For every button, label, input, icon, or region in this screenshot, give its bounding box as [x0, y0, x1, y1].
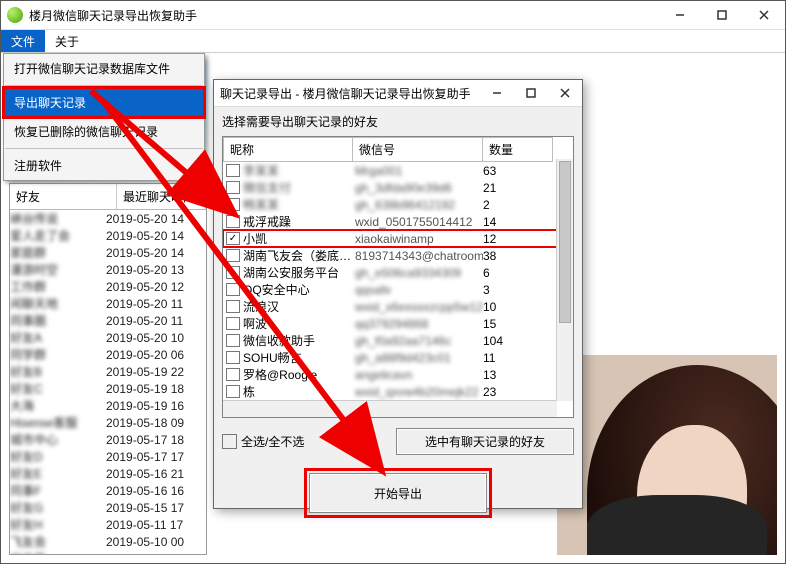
- list-item[interactable]: 漫游时空2019-05-20 13: [10, 261, 206, 278]
- table-row[interactable]: 李某某Mrga00163: [223, 162, 573, 179]
- table-row[interactable]: 流浪汉wxid_x6exsxxzcpp5w1210: [223, 298, 573, 315]
- list-item[interactable]: 工作群2019-05-20 12: [10, 278, 206, 295]
- list-item[interactable]: 同事F2019-05-16 16: [10, 482, 206, 499]
- table-row[interactable]: ✓小凯xiaokaiwinamp12: [223, 230, 573, 247]
- list-item[interactable]: 大海2019-05-19 16: [10, 397, 206, 414]
- list-item[interactable]: 关注号2019-05-09 11: [10, 550, 206, 555]
- menu-separator: [5, 85, 203, 86]
- dialog-minimize-button[interactable]: [480, 80, 514, 106]
- col-wxid[interactable]: 微信号: [353, 137, 483, 162]
- menu-separator: [5, 148, 203, 149]
- dialog-title: 聊天记录导出 - 楼月微信聊天记录导出恢复助手: [214, 85, 471, 102]
- table-row[interactable]: 戒浮戒躁wxid_050175501441214: [223, 213, 573, 230]
- main-titlebar: 楼月微信聊天记录导出恢复助手: [1, 1, 785, 30]
- list-item[interactable]: 同事圈2019-05-20 11: [10, 312, 206, 329]
- table-row[interactable]: 罗格@Roogleangelicavn13: [223, 366, 573, 383]
- row-checkbox[interactable]: [226, 215, 240, 228]
- list-item[interactable]: 峡谷传说2019-05-20 14: [10, 210, 206, 227]
- row-checkbox[interactable]: [226, 368, 240, 381]
- dialog-maximize-button[interactable]: [514, 80, 548, 106]
- row-checkbox[interactable]: [226, 266, 240, 279]
- menu-register[interactable]: 注册软件: [4, 151, 204, 180]
- row-checkbox[interactable]: [226, 198, 240, 211]
- friend-list-panel: 好友 最近聊天时间 峡谷传说2019-05-20 14爱人走了会2019-05-…: [9, 183, 207, 555]
- table-row[interactable]: 湖南飞友会（娄底…8193714343@chatroom38: [223, 247, 573, 264]
- row-checkbox[interactable]: [226, 385, 240, 398]
- select-friends-with-chat-button[interactable]: 选中有聊天记录的好友: [396, 428, 574, 455]
- row-checkbox[interactable]: [226, 334, 240, 347]
- dialog-close-button[interactable]: [548, 80, 582, 106]
- col-nickname[interactable]: 昵称: [223, 137, 353, 162]
- select-all-label: 全选/全不选: [241, 433, 304, 450]
- list-item[interactable]: 好友C2019-05-19 18: [10, 380, 206, 397]
- app-window: 楼月微信聊天记录导出恢复助手 文件 关于 打开微信聊天记录数据库文件 导出聊天记…: [0, 0, 786, 564]
- menu-export-chat[interactable]: 导出聊天记录: [4, 88, 204, 117]
- table-row[interactable]: 微信收款助手gh_f0a92aa7146c104: [223, 332, 573, 349]
- select-all-checkbox[interactable]: 全选/全不选: [222, 433, 304, 450]
- table-row[interactable]: 啊波qq37929486815: [223, 315, 573, 332]
- button-label: 选中有聊天记录的好友: [425, 433, 545, 450]
- menu-file[interactable]: 文件: [1, 30, 45, 52]
- menubar: 文件 关于: [1, 30, 785, 53]
- table-row[interactable]: 微信支付gh_3dfda90e39d621: [223, 179, 573, 196]
- start-export-button[interactable]: 开始导出: [309, 473, 487, 513]
- row-checkbox[interactable]: [226, 300, 240, 313]
- checkbox-icon: [222, 434, 237, 449]
- contact-photo: [557, 355, 777, 555]
- table-row[interactable]: 栋wxid_qxvw4b20mejk2223: [223, 383, 573, 400]
- list-item[interactable]: 同学群2019-05-20 06: [10, 346, 206, 363]
- list-item[interactable]: 好友H2019-05-11 17: [10, 516, 206, 533]
- table-row[interactable]: 湖南公安服务平台gh_e506ca93343096: [223, 264, 573, 281]
- col-last-chat[interactable]: 最近聊天时间: [117, 184, 206, 209]
- file-dropdown: 打开微信聊天记录数据库文件 导出聊天记录 恢复已删除的微信聊天记录 注册软件: [3, 53, 205, 181]
- scrollbar-thumb[interactable]: [559, 161, 571, 323]
- app-icon: [7, 7, 23, 23]
- dialog-titlebar: 聊天记录导出 - 楼月微信聊天记录导出恢复助手: [214, 80, 582, 107]
- list-item[interactable]: 家庭群2019-05-20 14: [10, 244, 206, 261]
- list-item[interactable]: 爱人走了会2019-05-20 14: [10, 227, 206, 244]
- table-row[interactable]: SOHU畅言gh_a88f9d423c0111: [223, 349, 573, 366]
- row-checkbox[interactable]: [226, 181, 240, 194]
- row-checkbox[interactable]: [226, 351, 240, 364]
- col-count[interactable]: 数量: [483, 137, 553, 162]
- export-dialog: 聊天记录导出 - 楼月微信聊天记录导出恢复助手 选择需要导出聊天记录的好友 昵称…: [213, 79, 583, 509]
- menu-about[interactable]: 关于: [45, 30, 89, 52]
- main-title: 楼月微信聊天记录导出恢复助手: [29, 7, 659, 24]
- button-label: 开始导出: [374, 485, 422, 502]
- maximize-button[interactable]: [701, 1, 743, 29]
- minimize-button[interactable]: [659, 1, 701, 29]
- dialog-subtitle: 选择需要导出聊天记录的好友: [214, 107, 582, 136]
- col-friend[interactable]: 好友: [10, 184, 117, 209]
- list-item[interactable]: 好友A2019-05-20 10: [10, 329, 206, 346]
- row-checkbox[interactable]: [226, 283, 240, 296]
- row-checkbox[interactable]: [226, 249, 240, 262]
- list-item[interactable]: 飞友会2019-05-10 00: [10, 533, 206, 550]
- friend-listview[interactable]: 昵称 微信号 数量 李某某Mrga00163微信支付gh_3dfda90e39d…: [222, 136, 574, 418]
- row-checkbox[interactable]: [226, 317, 240, 330]
- list-item[interactable]: Hisense客服2019-05-18 09: [10, 414, 206, 431]
- menu-open-db[interactable]: 打开微信聊天记录数据库文件: [4, 54, 204, 83]
- listview-vscrollbar[interactable]: [556, 159, 573, 401]
- list-item[interactable]: 闲聊天地2019-05-20 11: [10, 295, 206, 312]
- list-item[interactable]: 好友D2019-05-17 17: [10, 448, 206, 465]
- close-button[interactable]: [743, 1, 785, 29]
- list-item[interactable]: 好友G2019-05-15 17: [10, 499, 206, 516]
- table-row[interactable]: QQ安全中心qqsafe3: [223, 281, 573, 298]
- table-row[interactable]: 畅某某gh_638b964121922: [223, 196, 573, 213]
- row-checkbox[interactable]: [226, 164, 240, 177]
- listview-hscrollbar[interactable]: [223, 400, 557, 417]
- list-item[interactable]: 好友E2019-05-16 21: [10, 465, 206, 482]
- list-item[interactable]: 城市中心2019-05-17 18: [10, 431, 206, 448]
- row-checkbox[interactable]: ✓: [226, 232, 240, 245]
- list-item[interactable]: 好友B2019-05-19 22: [10, 363, 206, 380]
- menu-recover-deleted[interactable]: 恢复已删除的微信聊天记录: [4, 117, 204, 146]
